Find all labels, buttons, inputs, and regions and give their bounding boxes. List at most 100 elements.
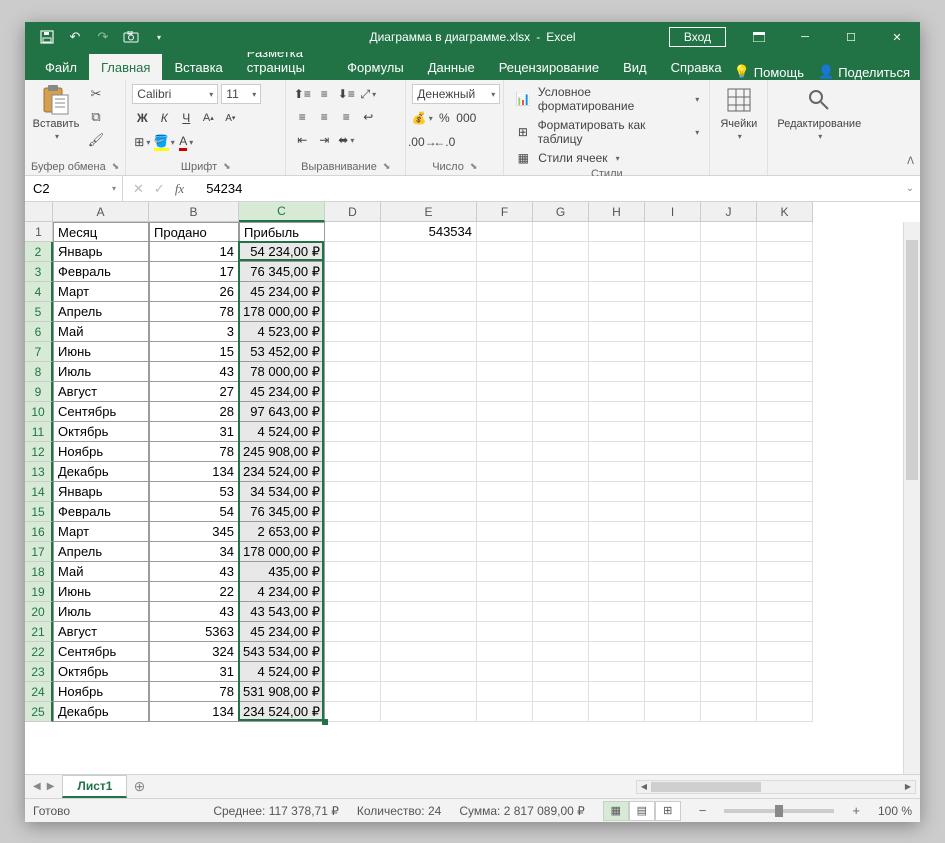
cell-styles-button[interactable]: ▦ Стили ячеек▾ — [510, 150, 703, 166]
column-header-G[interactable]: G — [533, 202, 589, 222]
cell-B23[interactable]: 31 — [149, 662, 239, 682]
cell-E18[interactable] — [381, 562, 477, 582]
sheet-next-icon[interactable]: ▶ — [47, 781, 55, 792]
row-header-8[interactable]: 8 — [25, 362, 53, 382]
column-header-F[interactable]: F — [477, 202, 533, 222]
cell-I11[interactable] — [645, 422, 701, 442]
tab-review[interactable]: Рецензирование — [487, 54, 611, 80]
cell-E24[interactable] — [381, 682, 477, 702]
row-header-24[interactable]: 24 — [25, 682, 53, 702]
cell-J18[interactable] — [701, 562, 757, 582]
view-page-break-icon[interactable]: ⊞ — [655, 801, 681, 821]
row-header-3[interactable]: 3 — [25, 262, 53, 282]
cell-F16[interactable] — [477, 522, 533, 542]
cell-J5[interactable] — [701, 302, 757, 322]
clipboard-launcher-icon[interactable]: ⬊ — [112, 161, 120, 173]
cell-I4[interactable] — [645, 282, 701, 302]
cell-I23[interactable] — [645, 662, 701, 682]
font-name-select[interactable]: Calibri▾ — [132, 84, 218, 104]
cell-B9[interactable]: 27 — [149, 382, 239, 402]
tab-insert[interactable]: Вставка — [162, 54, 234, 80]
cell-K18[interactable] — [757, 562, 813, 582]
cell-A12[interactable]: Ноябрь — [53, 442, 149, 462]
cell-E5[interactable] — [381, 302, 477, 322]
cell-D22[interactable] — [325, 642, 381, 662]
cell-F24[interactable] — [477, 682, 533, 702]
cell-A13[interactable]: Декабрь — [53, 462, 149, 482]
tab-data[interactable]: Данные — [416, 54, 487, 80]
cell-H19[interactable] — [589, 582, 645, 602]
cell-C22[interactable]: 543 534,00 ₽ — [239, 642, 325, 662]
cell-J20[interactable] — [701, 602, 757, 622]
cell-B25[interactable]: 134 — [149, 702, 239, 722]
maximize-icon[interactable]: ☐ — [828, 22, 874, 52]
camera-icon[interactable] — [123, 29, 139, 45]
tell-me[interactable]: 💡 Помощь — [734, 64, 804, 80]
row-header-12[interactable]: 12 — [25, 442, 53, 462]
cell-C25[interactable]: 234 524,00 ₽ — [239, 702, 325, 722]
cell-D13[interactable] — [325, 462, 381, 482]
row-header-9[interactable]: 9 — [25, 382, 53, 402]
cell-I22[interactable] — [645, 642, 701, 662]
horizontal-scrollbar[interactable]: ◀ ▶ — [636, 780, 916, 794]
cell-C15[interactable]: 76 345,00 ₽ — [239, 502, 325, 522]
row-header-1[interactable]: 1 — [25, 222, 53, 242]
column-header-J[interactable]: J — [701, 202, 757, 222]
zoom-knob[interactable] — [775, 805, 783, 817]
conditional-formatting-button[interactable]: 📊 Условное форматирование▾ — [510, 84, 703, 114]
cell-D18[interactable] — [325, 562, 381, 582]
cell-K1[interactable] — [757, 222, 813, 242]
cell-I1[interactable] — [645, 222, 701, 242]
cell-E14[interactable] — [381, 482, 477, 502]
cell-C19[interactable]: 4 234,00 ₽ — [239, 582, 325, 602]
indent-decrease-icon[interactable]: ⇤ — [292, 130, 312, 150]
cell-H2[interactable] — [589, 242, 645, 262]
row-header-5[interactable]: 5 — [25, 302, 53, 322]
cell-J12[interactable] — [701, 442, 757, 462]
cell-F13[interactable] — [477, 462, 533, 482]
cell-K11[interactable] — [757, 422, 813, 442]
cell-B17[interactable]: 34 — [149, 542, 239, 562]
column-header-I[interactable]: I — [645, 202, 701, 222]
cell-D8[interactable] — [325, 362, 381, 382]
cell-J3[interactable] — [701, 262, 757, 282]
cell-C17[interactable]: 178 000,00 ₽ — [239, 542, 325, 562]
percent-icon[interactable]: % — [434, 108, 454, 128]
column-header-E[interactable]: E — [381, 202, 477, 222]
cell-C13[interactable]: 234 524,00 ₽ — [239, 462, 325, 482]
cell-H12[interactable] — [589, 442, 645, 462]
align-left-icon[interactable]: ≡ — [292, 107, 312, 127]
orientation-icon[interactable]: ⤢▾ — [358, 84, 378, 104]
scroll-right-icon[interactable]: ▶ — [901, 781, 915, 793]
cell-E16[interactable] — [381, 522, 477, 542]
cell-A17[interactable]: Апрель — [53, 542, 149, 562]
cell-B11[interactable]: 31 — [149, 422, 239, 442]
cell-K4[interactable] — [757, 282, 813, 302]
cell-D19[interactable] — [325, 582, 381, 602]
cell-D16[interactable] — [325, 522, 381, 542]
cell-B2[interactable]: 14 — [149, 242, 239, 262]
cell-G2[interactable] — [533, 242, 589, 262]
cut-icon[interactable]: ✂ — [85, 84, 107, 104]
cell-K25[interactable] — [757, 702, 813, 722]
cell-I19[interactable] — [645, 582, 701, 602]
cell-H11[interactable] — [589, 422, 645, 442]
cell-K9[interactable] — [757, 382, 813, 402]
cell-E1[interactable]: 543534 — [381, 222, 477, 242]
cancel-formula-icon[interactable]: ✕ — [133, 181, 144, 197]
font-color-icon[interactable]: A▾ — [176, 132, 196, 152]
cell-I16[interactable] — [645, 522, 701, 542]
expand-formula-icon[interactable]: ⌄ — [900, 183, 920, 194]
cell-A1[interactable]: Месяц — [53, 222, 149, 242]
cell-C23[interactable]: 4 524,00 ₽ — [239, 662, 325, 682]
cell-H5[interactable] — [589, 302, 645, 322]
cell-G4[interactable] — [533, 282, 589, 302]
enter-formula-icon[interactable]: ✓ — [154, 181, 165, 197]
cell-H13[interactable] — [589, 462, 645, 482]
column-header-B[interactable]: B — [149, 202, 239, 222]
cell-H18[interactable] — [589, 562, 645, 582]
sheet-prev-icon[interactable]: ◀ — [33, 781, 41, 792]
login-button[interactable]: Вход — [669, 27, 726, 47]
decrease-decimal-icon[interactable]: ←.0 — [434, 132, 454, 152]
italic-button[interactable]: К — [154, 108, 174, 128]
